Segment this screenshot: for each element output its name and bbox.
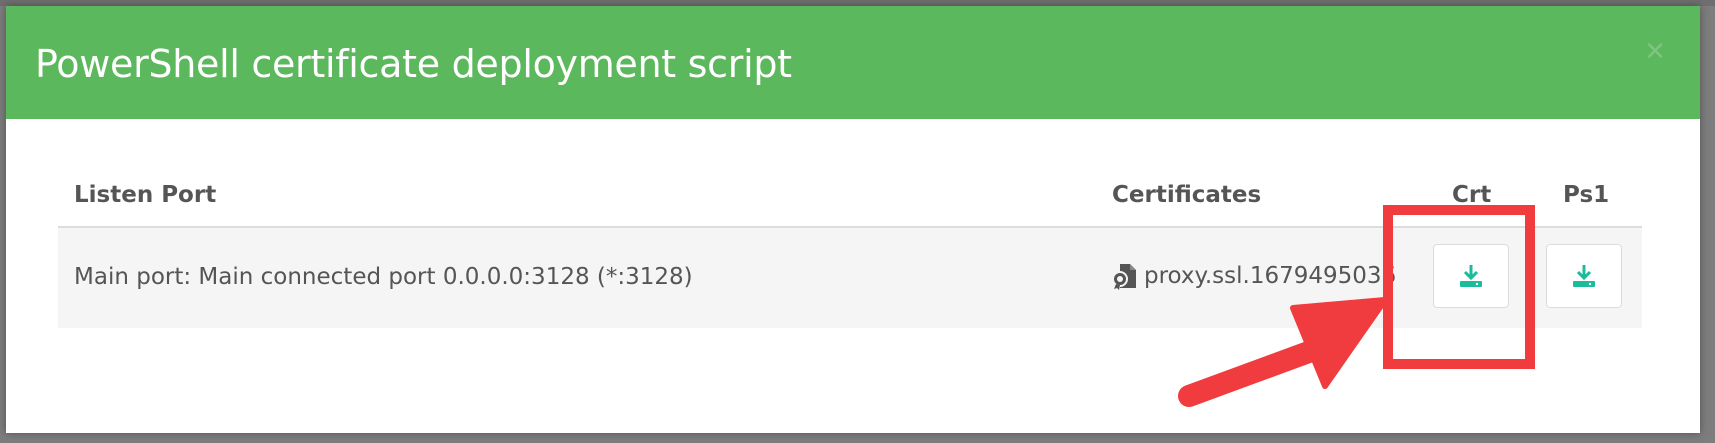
column-header-listen-port: Listen Port [74, 182, 217, 208]
table-header-row: Listen Port Certificates Crt Ps1 [58, 164, 1642, 228]
modal-header: PowerShell certificate deployment script… [6, 6, 1700, 119]
listen-port-cell: Main port: Main connected port 0.0.0.0:3… [74, 264, 693, 290]
certificate-icon [1112, 262, 1138, 290]
certificate-name: proxy.ssl.1679495036 [1144, 263, 1397, 289]
download-crt-button[interactable] [1433, 244, 1509, 308]
download-icon [1460, 265, 1482, 287]
certificate-cell: proxy.ssl.1679495036 [1112, 262, 1412, 290]
download-ps1-button[interactable] [1546, 244, 1622, 308]
close-button[interactable]: × [1640, 34, 1670, 68]
download-icon [1573, 265, 1595, 287]
ports-table: Listen Port Certificates Crt Ps1 Main po… [58, 164, 1642, 328]
modal-title: PowerShell certificate deployment script [35, 42, 792, 86]
column-header-certificates: Certificates [1112, 182, 1262, 208]
table-row: Main port: Main connected port 0.0.0.0:3… [58, 228, 1642, 328]
column-header-crt: Crt [1452, 182, 1492, 208]
column-header-ps1: Ps1 [1563, 182, 1610, 208]
